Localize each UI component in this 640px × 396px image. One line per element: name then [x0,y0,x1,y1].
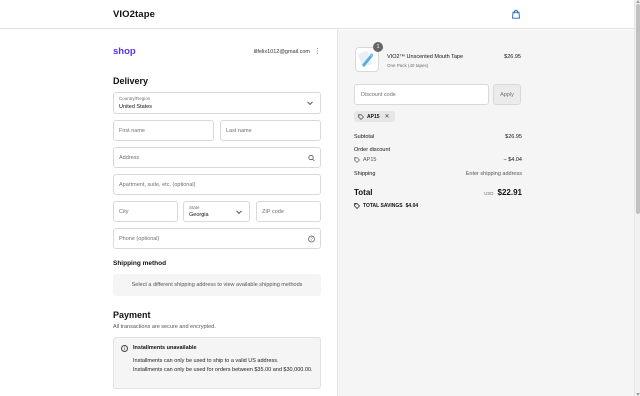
shipping-row: Shipping Enter shipping address [354,171,522,177]
tag-icon [358,113,364,120]
installments-title: Installments unavailable [133,345,197,351]
installments-line-2: Installments can only be used for orders… [133,366,313,373]
subtotal-row: Subtotal $26.95 [354,134,522,140]
order-summary: 1 VIO2™ Unscented Mouth Tape One Pack (4… [337,30,634,396]
installments-line-1: Installments can only be used to ship to… [133,358,279,364]
shipping-method-heading: Shipping method [113,260,167,267]
tag-icon [354,203,360,209]
product-image-icon [358,51,374,67]
account-email: lilfelix1012@gmail.com [253,48,310,55]
discount-code-row: AP15 − $4.04 [354,157,522,163]
account-info: lilfelix1012@gmail.com ⋮ [254,48,321,55]
apartment-placeholder: Apartment, suite, etc. (optional) [119,181,196,188]
scroll-up-arrow-icon[interactable] [636,0,640,3]
country-select[interactable]: Country/Region United States [113,92,321,114]
tag-icon [354,157,360,163]
discount-code-input[interactable]: Discount code [354,84,489,105]
discount-value: − $4.04 [503,157,522,163]
total-row: Total USD $22.91 [354,188,522,197]
shipping-label: Shipping [354,171,376,177]
order-discount-label: Order discount [354,147,391,153]
discount-code-label: AP15 [354,157,376,163]
total-value-group: USD $22.91 [484,188,522,197]
quantity-badge: 1 [373,42,383,52]
remove-discount-icon[interactable]: ✕ [385,113,390,120]
shipping-method-notice: Select a different shipping address to v… [113,274,321,296]
chevron-down-icon [307,99,313,106]
total-currency: USD [484,191,494,196]
phone-placeholder: Phone (optional) [119,235,160,242]
product-thumbnail: 1 [355,42,383,72]
total-savings: TOTAL SAVINGS $4.04 [354,203,418,209]
address-placeholder: Address [119,154,140,161]
shop-pay-logo: shop [113,46,136,57]
installments-text: Installments can only be used to ship to… [133,357,313,375]
store-brand[interactable]: VIO2tape [113,9,155,20]
apartment-field[interactable]: Apartment, suite, etc. (optional) [113,174,321,195]
subtotal-label: Subtotal [354,134,375,140]
payment-heading: Payment [113,310,151,320]
state-select[interactable]: State Georgia [183,201,250,222]
city-placeholder: City [119,208,129,215]
total-value: $22.91 [497,188,522,197]
discount-code-text: AP15 [363,157,377,163]
top-header: VIO2tape [0,0,634,29]
chevron-down-icon [236,207,242,214]
address-field[interactable]: Address [113,147,321,168]
applied-discount-chip: AP15 ✕ [354,111,395,122]
state-label: State [189,205,200,210]
account-menu-icon[interactable]: ⋮ [314,48,321,55]
shipping-value: Enter shipping address [465,171,522,177]
page-scrollbar[interactable] [634,0,640,396]
savings-label: TOTAL SAVINGS [363,203,403,209]
product-price: $26.95 [504,54,521,60]
applied-discount-code: AP15 [367,113,380,120]
state-value: Georgia [189,212,209,218]
apply-button[interactable]: Apply [493,84,521,105]
country-label: Country/Region [119,96,151,101]
phone-field[interactable]: Phone (optional) ? [113,228,321,249]
scrollbar-thumb[interactable] [636,4,640,214]
last-name-placeholder: Last name [226,127,252,134]
shopping-bag-icon[interactable] [511,9,521,19]
first-name-field[interactable]: First name [113,120,214,141]
payment-subtitle: All transactions are secure and encrypte… [113,324,216,330]
info-icon: i [121,345,128,352]
savings-value: $4.04 [405,203,419,209]
search-icon [308,154,315,161]
zip-placeholder: ZIP code [262,208,284,215]
last-name-field[interactable]: Last name [220,120,321,141]
help-icon[interactable]: ? [308,235,315,242]
subtotal-value: $26.95 [505,134,522,140]
first-name-placeholder: First name [119,127,145,134]
svg-text:?: ? [310,236,313,241]
product-name: VIO2™ Unscented Mouth Tape [387,54,464,60]
product-variant: One Pack (40 tapes) [387,63,429,68]
total-label: Total [354,188,373,197]
installments-notice: i Installments unavailable Installments … [113,337,321,389]
discount-code-placeholder: Discount code [361,91,396,98]
country-value: United States [119,104,153,110]
city-field[interactable]: City [113,201,178,222]
zip-field[interactable]: ZIP code [256,201,321,222]
order-discount-row: Order discount [354,147,522,153]
delivery-heading: Delivery [113,76,149,86]
